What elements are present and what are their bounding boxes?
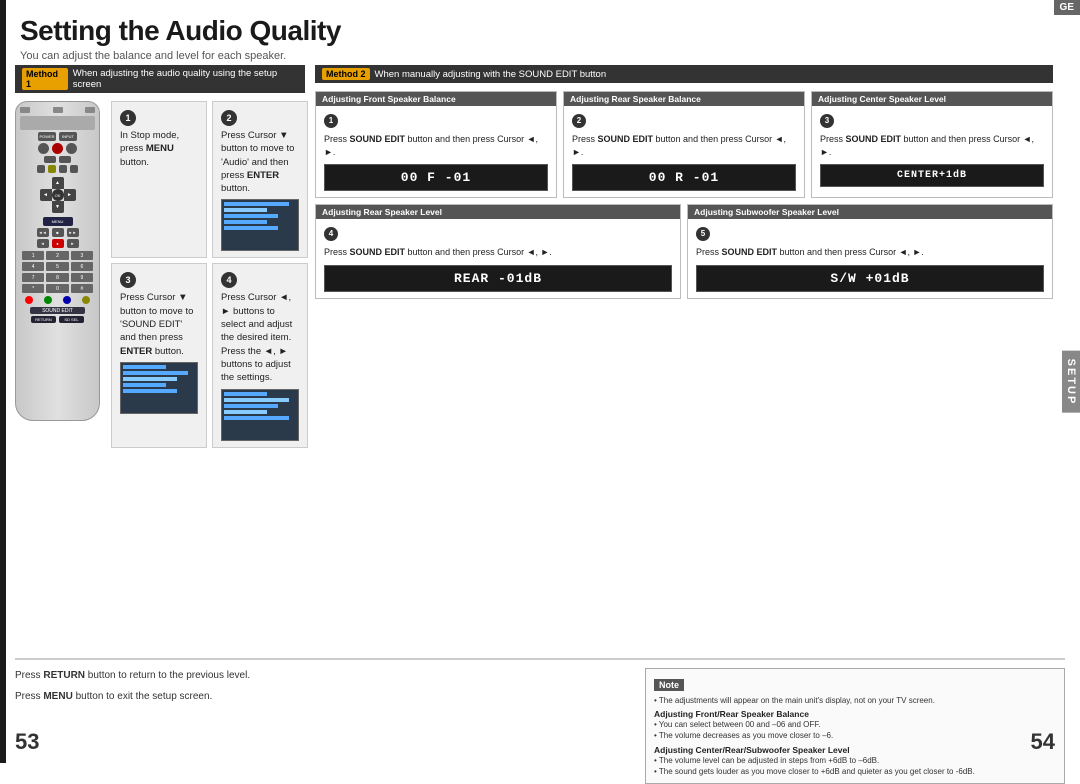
front-balance-text: Press SOUND EDIT button and then press C… [324,133,548,158]
step-2-text: Press Cursor ▼ button to move to 'Audio'… [221,129,299,195]
rear-level-content: 4 Press SOUND EDIT button and then press… [316,219,680,298]
screen-3 [120,362,198,414]
front-balance-header: Adjusting Front Speaker Balance [316,92,556,106]
sub-level-header: Adjusting Subwoofer Speaker Level [688,205,1052,219]
center-level-content: 3 Press SOUND EDIT button and then press… [812,106,1052,193]
note-box: Note • The adjustments will appear on th… [645,668,1065,784]
method2-title: When manually adjusting with the SOUND E… [375,69,607,80]
note-section-2: Adjusting Center/Rear/Subwoofer Speaker … [654,745,1056,755]
main-content: Method 1 When adjusting the audio qualit… [15,65,1065,653]
page-num-left: 53 [15,729,39,755]
method1-title: When adjusting the audio quality using t… [73,68,298,90]
step-3-text: Press Cursor ▼ button to move to 'SOUND … [120,291,198,357]
note-text-2: • You can select between 00 and –06 and … [654,719,1056,730]
rear-balance-display: 00 R -01 [572,164,796,191]
step-circle-5: 5 [696,227,710,241]
rear-balance-text: Press SOUND EDIT button and then press C… [572,133,796,158]
rear-level-header: Adjusting Rear Speaker Level [316,205,680,219]
method2-badge: Method 2 [322,68,370,80]
step-4: 4 Press Cursor ◄, ► buttons to select an… [212,263,308,447]
page-num-right: 54 [1031,729,1055,755]
note-text-5: • The sound gets louder as you move clos… [654,766,1056,777]
header: Setting the Audio Quality You can adjust… [20,15,1060,62]
step-1: 1 In Stop mode, press MENU button. [111,101,207,258]
step-circle-2: 2 [572,114,586,128]
ge-badge: GE [1054,0,1080,15]
center-level-header: Adjusting Center Speaker Level [812,92,1052,106]
rear-balance-box: Adjusting Rear Speaker Balance 2 Press S… [563,91,805,198]
adjust-grid-top: Adjusting Front Speaker Balance 1 Press … [315,91,1053,198]
step-circle-1: 1 [324,114,338,128]
method1-steps: 1 In Stop mode, press MENU button. 2 Pre… [111,101,308,448]
note-text-4: • The volume level can be adjusted in st… [654,755,1056,766]
return-text-1: Press RETURN button to return to the pre… [15,668,620,683]
note-text-1: • The adjustments will appear on the mai… [654,695,1056,706]
center-level-text: Press SOUND EDIT button and then press C… [820,133,1044,158]
rear-balance-content: 2 Press SOUND EDIT button and then press… [564,106,804,197]
rear-balance-header: Adjusting Rear Speaker Balance [564,92,804,106]
step-4-text: Press Cursor ◄, ► buttons to select and … [221,291,299,384]
return-text-2: Press MENU button to exit the setup scre… [15,689,620,704]
left-accent-bar [0,0,6,763]
center-level-display: CENTER+1dB [820,164,1044,187]
method1-badge: Method 1 [22,68,68,90]
screen-4 [221,389,299,441]
center-level-box: Adjusting Center Speaker Level 3 Press S… [811,91,1053,198]
step-4-number: 4 [221,272,237,288]
step-3-number: 3 [120,272,136,288]
rear-level-box: Adjusting Rear Speaker Level 4 Press SOU… [315,204,681,299]
bottom-left: Press RETURN button to return to the pre… [15,668,630,763]
rear-level-display: REAR -01dB [324,265,672,292]
step-circle-4: 4 [324,227,338,241]
note-text-3: • The volume decreases as you move close… [654,730,1056,741]
sub-level-box: Adjusting Subwoofer Speaker Level 5 Pres… [687,204,1053,299]
page-title: Setting the Audio Quality [20,15,1060,47]
note-section-1: Adjusting Front/Rear Speaker Balance [654,709,1056,719]
page-container: GE SETUP Setting the Audio Quality You c… [0,0,1080,763]
step-1-text: In Stop mode, press MENU button. [120,129,198,169]
sub-level-text: Press SOUND EDIT button and then press C… [696,246,1044,259]
rear-level-text: Press SOUND EDIT button and then press C… [324,246,672,259]
step-3: 3 Press Cursor ▼ button to move to 'SOUN… [111,263,207,447]
bottom-area: Press RETURN button to return to the pre… [15,658,1065,763]
front-balance-box: Adjusting Front Speaker Balance 1 Press … [315,91,557,198]
method1-section: Method 1 When adjusting the audio qualit… [15,65,305,448]
step-2: 2 Press Cursor ▼ button to move to 'Audi… [212,101,308,258]
step-circle-3: 3 [820,114,834,128]
sub-level-display: S/W +01dB [696,265,1044,292]
page-subtitle: You can adjust the balance and level for… [20,50,1060,62]
bottom-right: Note • The adjustments will appear on th… [645,668,1065,763]
sub-level-content: 5 Press SOUND EDIT button and then press… [688,219,1052,298]
method1-header: Method 1 When adjusting the audio qualit… [15,65,305,93]
front-balance-content: 1 Press SOUND EDIT button and then press… [316,106,556,197]
note-title: Note [654,679,684,691]
front-balance-display: 00 F -01 [324,164,548,191]
step-2-number: 2 [221,110,237,126]
method2-header: Method 2 When manually adjusting with th… [315,65,1053,83]
remote-control-image: POWER INPUT [15,101,103,421]
adjust-grid-bottom: Adjusting Rear Speaker Level 4 Press SOU… [315,204,1053,299]
method2-section: Method 2 When manually adjusting with th… [315,65,1053,299]
step-1-number: 1 [120,110,136,126]
screen-2 [221,199,299,251]
